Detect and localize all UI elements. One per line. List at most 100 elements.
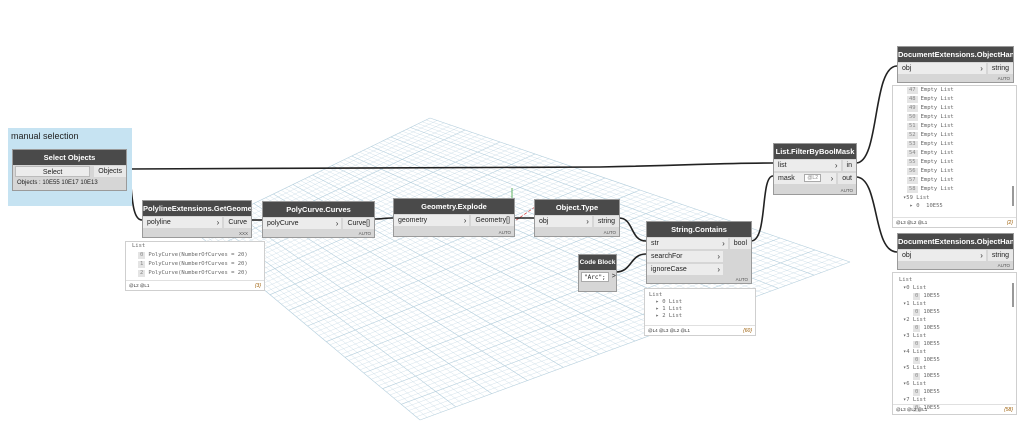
grid-line bbox=[230, 214, 485, 397]
input-port-str[interactable]: str › bbox=[647, 238, 728, 249]
filter-by-bool-mask-node[interactable]: List.FilterByBoolMask list › in mask @L2 › … bbox=[773, 143, 857, 195]
list-group-label[interactable]: ▾5 List bbox=[893, 364, 1016, 372]
preview-bubble-polyline[interactable]: List 0 PolyCurve(NumberOfCurves = 20) 1 Po… bbox=[125, 241, 265, 291]
port-label: geometry bbox=[398, 217, 428, 224]
input-port-polycurve[interactable]: polyCurve › bbox=[263, 218, 342, 229]
chevron-right-icon: › bbox=[722, 239, 725, 248]
output-port-bool[interactable]: bool bbox=[729, 238, 751, 249]
list-item: 0 10E55 bbox=[913, 293, 940, 300]
wire-out-to-handle2 bbox=[855, 176, 898, 253]
preview-header: List bbox=[899, 277, 913, 283]
output-port-out[interactable]: out bbox=[838, 173, 856, 184]
output-port-geometry-array[interactable]: Geometry[] bbox=[471, 215, 514, 226]
preview-list: ▾0 List 0 10E55 ▾1 List 0 10E55 ▾2 List 0 10E55 ▾… bbox=[893, 284, 1016, 412]
node-title: String.Contains bbox=[647, 222, 751, 237]
grid-line bbox=[419, 261, 851, 421]
selection-info: Objects : 10E55 10E17 10E13 bbox=[17, 180, 98, 186]
list-group-label[interactable]: ▾0 List bbox=[893, 284, 1016, 292]
chevron-right-icon: › bbox=[717, 265, 720, 274]
list-group-label[interactable]: ▾1 List bbox=[893, 300, 1016, 308]
list-item: ▸ 0 10E55 bbox=[903, 203, 943, 209]
input-port-obj[interactable]: obj › bbox=[535, 216, 592, 227]
preview-header: List bbox=[132, 243, 146, 249]
output-port-curve[interactable]: Curve bbox=[224, 217, 251, 228]
list-item: List bbox=[649, 292, 663, 298]
preview-footer: @L2 @L1 {3} bbox=[126, 280, 264, 290]
input-port-ignore-case[interactable]: ignoreCase › bbox=[647, 264, 723, 275]
output-port-objects[interactable]: Objects bbox=[94, 166, 126, 177]
list-group-label[interactable]: ▾3 List bbox=[893, 332, 1016, 340]
preview-bubble-handle-2[interactable]: List ▾0 List 0 10E55 ▾1 List 0 10E55 ▾2 List 0 1… bbox=[892, 272, 1017, 415]
lacing-label: AUTO bbox=[997, 76, 1010, 81]
level-selector[interactable]: @L2 bbox=[804, 174, 821, 182]
list-group-label[interactable]: ▾6 List bbox=[893, 380, 1016, 388]
input-port-mask[interactable]: mask @L2 › bbox=[774, 173, 837, 184]
list-item: 51 Empty List bbox=[907, 123, 954, 130]
list-item: 58 Empty List bbox=[907, 186, 954, 193]
list-item: 54 Empty List bbox=[907, 150, 954, 157]
input-port-geometry[interactable]: geometry › bbox=[394, 215, 470, 226]
output-port[interactable]: > bbox=[609, 270, 619, 283]
object-handle-node-2[interactable]: DocumentExtensions.ObjectHandle obj › str… bbox=[897, 233, 1014, 270]
node-title: Geometry.Explode bbox=[394, 199, 514, 214]
input-port-obj[interactable]: obj › bbox=[898, 250, 986, 261]
list-group-label[interactable]: ▾2 List bbox=[893, 316, 1016, 324]
input-port-polyline[interactable]: polyline › bbox=[143, 217, 223, 228]
code-editor[interactable]: "Arc"; bbox=[581, 271, 609, 282]
object-type-node[interactable]: Object.Type obj › string AUTO bbox=[534, 199, 620, 237]
chevron-right-icon: › bbox=[717, 252, 720, 261]
grid-line bbox=[412, 257, 837, 414]
lacing-label: AUTO bbox=[997, 263, 1010, 268]
preview-bubble-string-contains[interactable]: List ▸ 0 List ▸ 1 List ▸ 2 List @L4 @L3 … bbox=[644, 288, 756, 336]
list-item: 47 Empty List bbox=[907, 87, 954, 94]
select-button[interactable]: Select bbox=[15, 166, 91, 177]
node-title: DocumentExtensions.ObjectHandle bbox=[898, 47, 1013, 62]
string-contains-node[interactable]: String.Contains str › bool searchFor › ign… bbox=[646, 221, 752, 284]
input-port-search-for[interactable]: searchFor › bbox=[647, 251, 723, 262]
scrollbar[interactable] bbox=[1012, 283, 1014, 307]
input-port-obj[interactable]: obj › bbox=[898, 63, 986, 74]
preview-list: 47 Empty List 48 Empty List 49 Empty List 50 Em… bbox=[893, 86, 1016, 210]
lacing-label: AUTO bbox=[358, 231, 371, 236]
list-group-label[interactable]: ▾7 List bbox=[893, 396, 1016, 404]
port-label: obj bbox=[902, 65, 912, 72]
list-group-label[interactable]: ▾4 List bbox=[893, 348, 1016, 356]
output-port-string[interactable]: string bbox=[593, 216, 619, 227]
output-port-in[interactable]: in bbox=[842, 160, 856, 171]
object-handle-node-1[interactable]: DocumentExtensions.ObjectHandle obj › str… bbox=[897, 46, 1014, 83]
preview-footer: @L3 @L2 @L1 {2} bbox=[893, 217, 1016, 227]
code-block-node[interactable]: Code Block "Arc"; > bbox=[578, 254, 617, 292]
list-item: 55 Empty List bbox=[907, 159, 954, 166]
group-title: manual selection bbox=[11, 131, 79, 141]
wire-curves-to-explode bbox=[373, 217, 394, 220]
port-label: str bbox=[651, 240, 659, 247]
list-item: ▾59 List bbox=[903, 195, 930, 201]
geometry-explode-node[interactable]: Geometry.Explode geometry › Geometry[] AU… bbox=[393, 198, 515, 237]
list-item: 53 Empty List bbox=[907, 141, 954, 148]
input-port-list[interactable]: list › bbox=[774, 160, 841, 171]
list-item: ▸ 1 List bbox=[649, 306, 683, 312]
select-objects-node[interactable]: Select Objects Select Objects Objects : … bbox=[12, 149, 127, 191]
preview-bubble-handle-1[interactable]: 47 Empty List 48 Empty List 49 Empty List 50 Em… bbox=[892, 85, 1017, 228]
list-item: 0 10E55 bbox=[913, 325, 940, 332]
list-item: ▸ 2 List bbox=[649, 313, 683, 319]
scrollbar[interactable] bbox=[1012, 186, 1014, 206]
wire-in-to-handle1 bbox=[855, 65, 898, 164]
polyline-get-geometry-node[interactable]: PolylineExtensions.GetGeometry polyline ›… bbox=[142, 200, 252, 238]
chevron-right-icon: › bbox=[335, 219, 339, 228]
wire-code-to-search bbox=[615, 253, 647, 273]
wire-objtype-to-str bbox=[618, 217, 647, 242]
preview-footer: @L4 @L3 @L2 @L1 {60} bbox=[645, 325, 755, 335]
list-item: ▸ 0 List bbox=[649, 299, 683, 305]
output-port-curves[interactable]: Curve[] bbox=[343, 218, 374, 229]
chevron-right-icon: › bbox=[980, 251, 983, 260]
output-port-string[interactable]: string bbox=[987, 250, 1013, 261]
polycurve-curves-node[interactable]: PolyCurve.Curves polyCurve › Curve[] AUTO bbox=[262, 201, 375, 238]
port-label: obj bbox=[902, 252, 912, 259]
wire-bool-to-mask bbox=[750, 175, 774, 242]
port-label: polyCurve bbox=[267, 220, 299, 227]
output-port-string[interactable]: string bbox=[987, 63, 1013, 74]
list-item: 2 PolyCurve(NumberOfCurves = 20) bbox=[138, 270, 248, 277]
grid-line bbox=[416, 259, 844, 418]
node-title: Code Block bbox=[579, 255, 616, 270]
